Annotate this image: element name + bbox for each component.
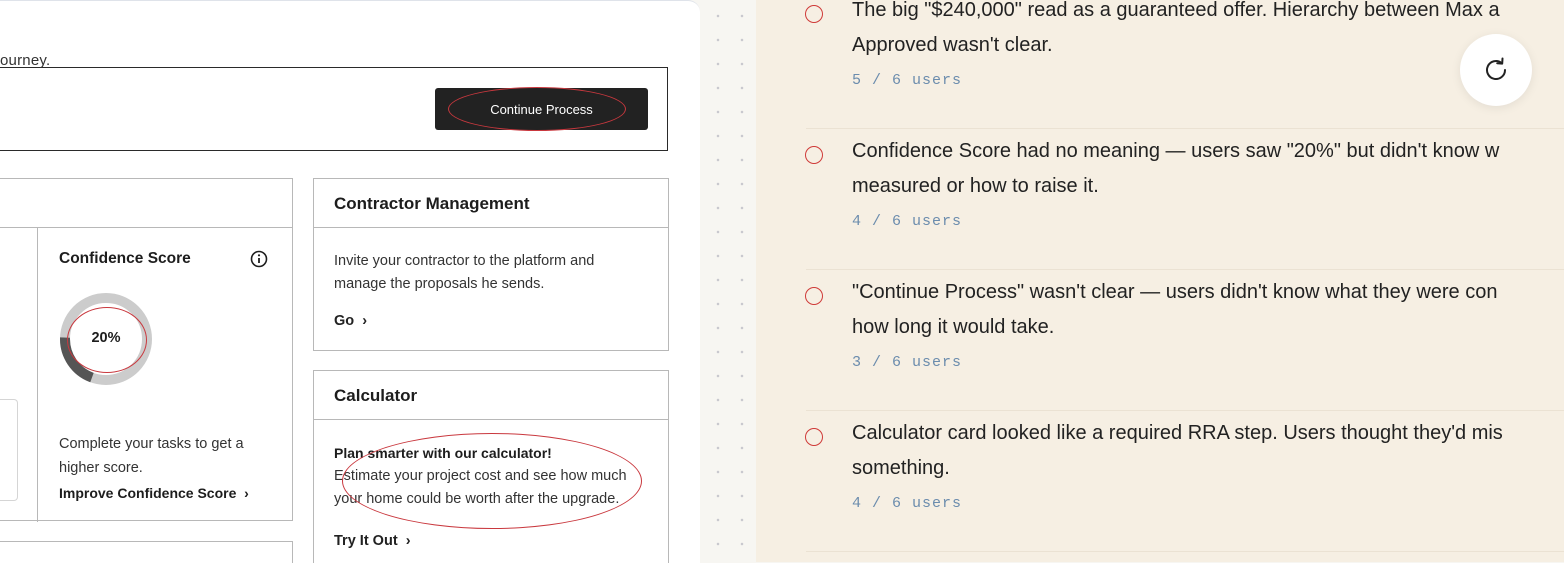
issue-user-count: 5 / 6 users	[852, 72, 963, 89]
try-it-out-label: Try It Out	[334, 533, 398, 549]
confidence-score-value: 20%	[91, 330, 121, 346]
issue-divider	[806, 551, 1564, 552]
continue-process-button[interactable]: Continue Process	[435, 88, 648, 130]
refresh-icon	[1486, 57, 1506, 81]
calculator-card: Calculator Plan smarter with our calcula…	[313, 370, 669, 563]
lower-card	[0, 541, 293, 563]
chevron-right-icon: ›	[240, 485, 249, 501]
issue-item: Confidence Score had no meaning — users …	[756, 129, 1564, 270]
issue-text: Calculator card looked like a required R…	[852, 416, 1564, 486]
issue-user-count: 4 / 6 users	[852, 495, 963, 512]
calculator-card-title: Calculator	[314, 371, 668, 420]
contractor-card: Contractor Management Invite your contra…	[313, 178, 669, 351]
confidence-description: Complete your tasks to get a higher scor…	[59, 436, 244, 476]
issue-radio[interactable]	[805, 287, 823, 305]
try-it-out-link[interactable]: Try It Out ›	[334, 533, 411, 549]
contractor-card-title: Contractor Management	[314, 179, 668, 228]
contractor-go-link[interactable]: Go ›	[334, 313, 367, 329]
issue-text-line: measured or how to raise it.	[852, 175, 1099, 197]
calculator-headline: Plan smarter with our calculator!	[334, 445, 552, 461]
refresh-button[interactable]	[1460, 34, 1532, 106]
issue-radio[interactable]	[805, 428, 823, 446]
info-icon[interactable]	[250, 250, 268, 268]
confidence-score-title: Confidence Score	[59, 250, 191, 267]
issue-text-line: "Continue Process" wasn't clear — users …	[852, 281, 1498, 303]
card-divider	[0, 227, 292, 228]
journey-banner-text: ourney.	[0, 52, 51, 69]
calculator-card-body: Plan smarter with our calculator! Estima…	[314, 420, 668, 511]
improve-confidence-link[interactable]: Improve Confidence Score ›	[59, 485, 249, 501]
issue-text: "Continue Process" wasn't clear — users …	[852, 275, 1564, 345]
chevron-right-icon: ›	[401, 533, 411, 549]
issue-radio[interactable]	[805, 146, 823, 164]
issue-text-line: Confidence Score had no meaning — users …	[852, 140, 1500, 162]
contractor-card-description: Invite your contractor to the platform a…	[334, 253, 595, 292]
issue-text-line: something.	[852, 457, 950, 479]
issue-text: Confidence Score had no meaning — users …	[852, 134, 1564, 204]
issue-item: Calculator card looked like a required R…	[756, 411, 1564, 552]
go-label: Go	[334, 313, 355, 329]
issue-item: "Continue Process" wasn't clear — users …	[756, 270, 1564, 411]
issue-item: The big "$240,000" read as a guaranteed …	[756, 0, 1564, 129]
card-divider	[37, 227, 38, 522]
issue-user-count: 3 / 6 users	[852, 354, 963, 371]
product-ui-panel: ourney. Continue Process Confidence Scor…	[0, 0, 700, 563]
issue-text: The big "$240,000" read as a guaranteed …	[852, 0, 1564, 63]
canvas-dot-grid	[700, 0, 756, 562]
issues-panel: The big "$240,000" read as a guaranteed …	[756, 0, 1564, 562]
issue-text-line: The big "$240,000" read as a guaranteed …	[852, 0, 1500, 21]
improve-confidence-label: Improve Confidence Score	[59, 485, 237, 501]
issue-text-line: Approved wasn't clear.	[852, 34, 1053, 56]
inner-card-edge	[0, 399, 18, 501]
issue-text-line: Calculator card looked like a required R…	[852, 422, 1503, 444]
issue-text-line: how long it would take.	[852, 316, 1055, 338]
calculator-description: Estimate your project cost and see how m…	[334, 468, 627, 507]
chevron-right-icon: ›	[358, 313, 368, 329]
issue-user-count: 4 / 6 users	[852, 213, 963, 230]
issue-radio[interactable]	[805, 5, 823, 23]
